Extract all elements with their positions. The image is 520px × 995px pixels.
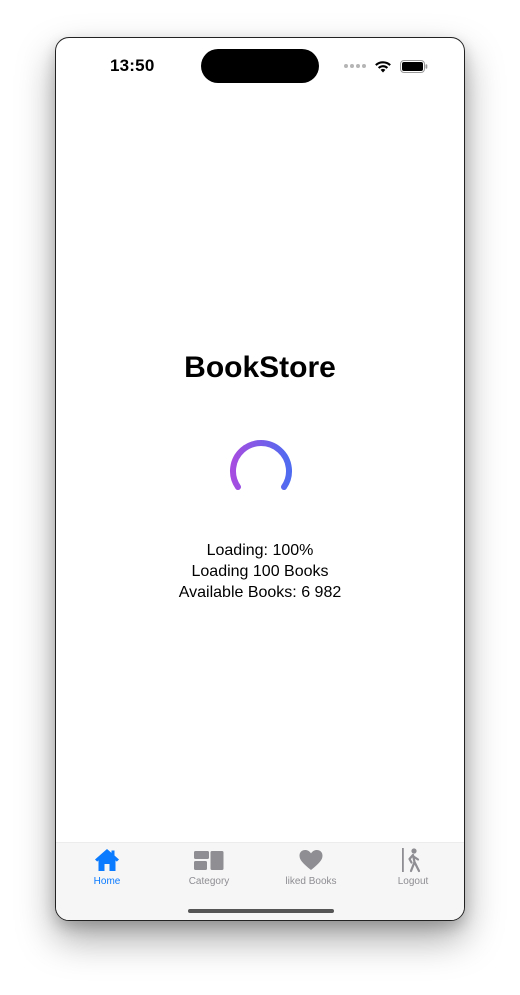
- tab-home-label: Home: [93, 876, 121, 887]
- status-icons: [344, 58, 428, 74]
- phone-frame: 13:50 BookStore Loading: 100% Loading 10…: [55, 37, 465, 921]
- app-title: BookStore: [184, 351, 336, 384]
- home-indicator[interactable]: [188, 909, 334, 913]
- battery-icon: [400, 59, 428, 73]
- house-icon: [95, 849, 119, 871]
- tab-liked-books[interactable]: liked Books: [260, 847, 362, 893]
- tab-logout[interactable]: Logout: [362, 847, 464, 893]
- heart-icon: [299, 850, 323, 870]
- tab-home[interactable]: Home: [56, 847, 158, 893]
- loading-status: Loading: 100% Loading 100 Books Availabl…: [56, 540, 464, 603]
- tab-logout-label: Logout: [397, 876, 429, 887]
- loading-percent-text: Loading: 100%: [206, 542, 314, 559]
- available-books-text: Available Books: 6 982: [178, 584, 342, 601]
- signal-dots-icon: [344, 64, 366, 68]
- tab-category-label: Category: [188, 876, 230, 887]
- logout-icon: [402, 848, 421, 873]
- tab-category[interactable]: Category: [158, 847, 260, 893]
- tab-liked-books-label: liked Books: [285, 876, 337, 887]
- wifi-icon: [375, 60, 391, 72]
- loading-spinner-icon: [230, 440, 292, 490]
- screenshot-stage: 13:50 BookStore Loading: 100% Loading 10…: [0, 0, 520, 995]
- status-bar: 13:50: [56, 38, 464, 96]
- status-time: 13:50: [110, 56, 155, 75]
- dynamic-island: [201, 49, 319, 83]
- loading-books-text: Loading 100 Books: [191, 563, 329, 580]
- category-icon: [194, 851, 224, 870]
